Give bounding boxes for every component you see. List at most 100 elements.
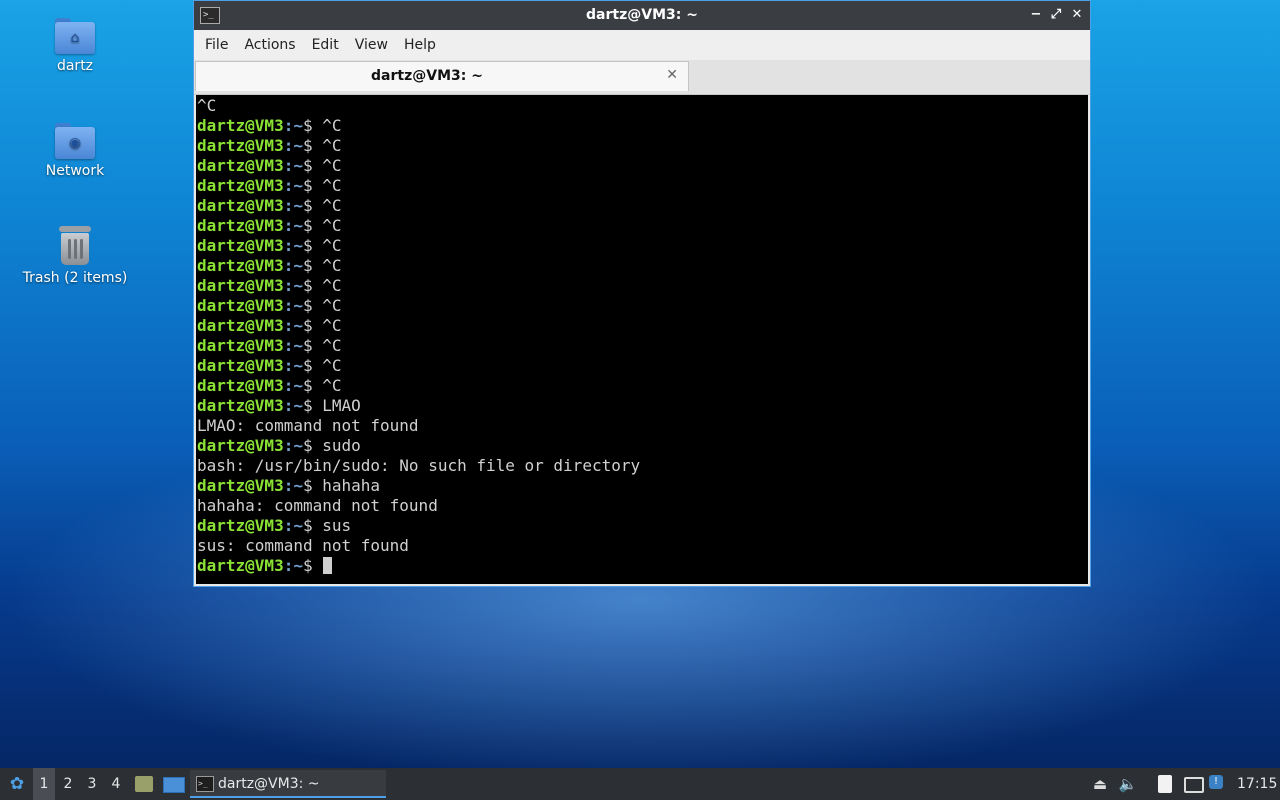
terminal-line: dartz@VM3:~$ ^C — [197, 216, 1088, 236]
volume-icon[interactable]: 🔈 — [1117, 774, 1139, 794]
prompt-user: dartz@VM3 — [197, 436, 284, 455]
prompt-symbol: $ — [302, 336, 323, 355]
prompt-path: :~ — [283, 196, 303, 215]
prompt-symbol: $ — [302, 256, 323, 275]
prompt-path: :~ — [283, 476, 303, 495]
output-text: bash: /usr/bin/sudo: No such file or dir… — [197, 456, 641, 475]
terminal-line: ^C — [197, 96, 1088, 116]
prompt-user: dartz@VM3 — [197, 476, 284, 495]
clock[interactable]: 17:15 — [1237, 768, 1277, 800]
title-bar[interactable]: >_ dartz@VM3: ~ − ⤢ ✕ — [194, 1, 1090, 30]
menu-edit[interactable]: Edit — [305, 37, 346, 53]
terminal-window: >_ dartz@VM3: ~ − ⤢ ✕ File Actions Edit … — [193, 0, 1091, 587]
prompt-path: :~ — [283, 316, 303, 335]
workspace-3[interactable]: 3 — [81, 768, 103, 800]
prompt-user: dartz@VM3 — [197, 316, 284, 335]
command-text: ^C — [322, 256, 342, 275]
prompt-path: :~ — [283, 276, 303, 295]
terminal-line: dartz@VM3:~$ ^C — [197, 136, 1088, 156]
desktop-icon-home[interactable]: ⌂ dartz — [20, 18, 130, 74]
prompt-symbol: $ — [302, 276, 323, 295]
command-text: ^C — [322, 236, 342, 255]
command-text: ^C — [322, 376, 342, 395]
command-text: ^C — [322, 176, 342, 195]
command-text: hahaha — [322, 476, 381, 495]
file-manager-launcher-icon[interactable] — [134, 768, 154, 800]
close-button[interactable]: ✕ — [1068, 6, 1086, 24]
output-text: sus: command not found — [197, 536, 409, 555]
prompt-path: :~ — [283, 556, 303, 575]
prompt-user: dartz@VM3 — [197, 516, 284, 535]
terminal-output[interactable]: ^C dartz@VM3:~$ ^C dartz@VM3:~$ ^C dartz@VM… — [196, 95, 1088, 584]
prompt-path: :~ — [283, 336, 303, 355]
prompt-user: dartz@VM3 — [197, 236, 284, 255]
terminal-line: dartz@VM3:~$ — [197, 556, 1088, 576]
prompt-user: dartz@VM3 — [197, 336, 284, 355]
network-status-icon[interactable] — [1182, 774, 1204, 794]
menu-file[interactable]: File — [198, 37, 235, 53]
prompt-path: :~ — [283, 156, 303, 175]
menu-help[interactable]: Help — [397, 37, 443, 53]
prompt-symbol: $ — [302, 176, 323, 195]
prompt-path: :~ — [283, 396, 303, 415]
prompt-symbol: $ — [302, 516, 323, 535]
prompt-user: dartz@VM3 — [197, 156, 284, 175]
prompt-symbol: $ — [302, 356, 323, 375]
command-text: ^C — [322, 136, 342, 155]
prompt-user: dartz@VM3 — [197, 296, 284, 315]
output-text: hahaha: command not found — [197, 496, 438, 515]
workspace-1[interactable]: 1 — [33, 768, 55, 800]
prompt-user: dartz@VM3 — [197, 136, 284, 155]
menu-actions[interactable]: Actions — [237, 37, 302, 53]
command-text: ^C — [322, 156, 342, 175]
window-title: dartz@VM3: ~ — [586, 7, 698, 23]
prompt-user: dartz@VM3 — [197, 216, 284, 235]
terminal-line: dartz@VM3:~$ ^C — [197, 116, 1088, 136]
show-desktop-icon[interactable] — [161, 768, 185, 800]
minimize-button[interactable]: − — [1027, 6, 1045, 24]
terminal-line: dartz@VM3:~$ ^C — [197, 256, 1088, 276]
terminal-line: dartz@VM3:~$ sudo — [197, 436, 1088, 456]
terminal-line: LMAO: command not found — [197, 416, 1088, 436]
terminal-line: bash: /usr/bin/sudo: No such file or dir… — [197, 456, 1088, 476]
text-cursor — [323, 557, 333, 574]
taskbar-window-button[interactable]: >_ dartz@VM3: ~ — [190, 770, 386, 798]
tab-terminal[interactable]: dartz@VM3: ~ ✕ — [195, 61, 689, 91]
app-menu-icon[interactable]: ✿ — [4, 768, 30, 800]
command-text: ^C — [322, 296, 342, 315]
command-text: ^C — [322, 216, 342, 235]
desktop-icon-network[interactable]: ◉ Network — [20, 123, 130, 179]
terminal-line: dartz@VM3:~$ ^C — [197, 156, 1088, 176]
prompt-user: dartz@VM3 — [197, 256, 284, 275]
prompt-symbol: $ — [302, 476, 323, 495]
prompt-path: :~ — [283, 296, 303, 315]
desktop-icon-trash[interactable]: Trash (2 items) — [20, 226, 130, 286]
command-text: ^C — [322, 196, 342, 215]
prompt-user: dartz@VM3 — [197, 276, 284, 295]
command-text: ^C — [322, 336, 342, 355]
terminal-line: hahaha: command not found — [197, 496, 1088, 516]
desktop-icon-label: dartz — [56, 58, 94, 74]
command-text: ^C — [322, 116, 342, 135]
prompt-symbol: $ — [302, 316, 323, 335]
tab-close-icon[interactable]: ✕ — [666, 67, 678, 83]
trash-icon — [57, 226, 93, 266]
prompt-user: dartz@VM3 — [197, 376, 284, 395]
prompt-symbol: $ — [302, 296, 323, 315]
maximize-button[interactable]: ⤢ — [1047, 6, 1065, 24]
workspace-4[interactable]: 4 — [105, 768, 127, 800]
command-text: ^C — [322, 316, 342, 335]
prompt-path: :~ — [283, 436, 303, 455]
terminal-line: dartz@VM3:~$ ^C — [197, 176, 1088, 196]
clipboard-icon[interactable] — [1155, 774, 1175, 794]
workspace-2[interactable]: 2 — [57, 768, 79, 800]
terminal-line: dartz@VM3:~$ ^C — [197, 316, 1088, 336]
prompt-path: :~ — [283, 236, 303, 255]
prompt-path: :~ — [283, 116, 303, 135]
prompt-path: :~ — [283, 376, 303, 395]
taskbar-window-label: dartz@VM3: ~ — [218, 776, 320, 792]
eject-icon[interactable]: ⏏ — [1090, 774, 1110, 794]
notification-icon[interactable]: ! — [1207, 774, 1227, 794]
output-text: ^C — [197, 96, 217, 115]
menu-view[interactable]: View — [348, 37, 395, 53]
